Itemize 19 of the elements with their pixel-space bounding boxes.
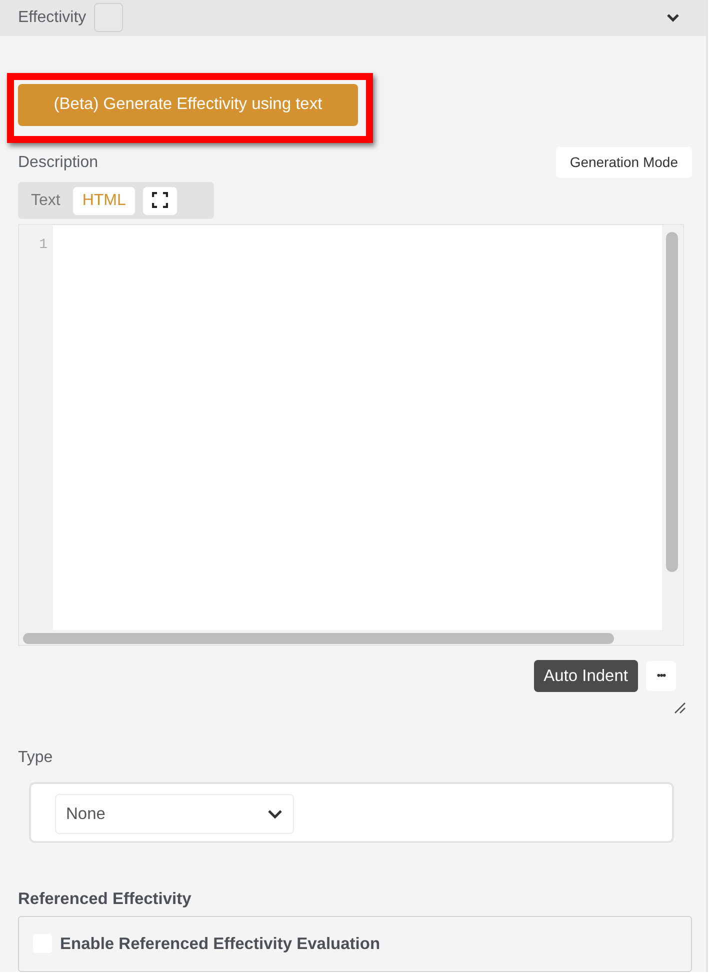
section-title: Effectivity bbox=[18, 8, 86, 28]
generation-mode-button[interactable]: Generation Mode bbox=[556, 147, 692, 178]
fullscreen-button[interactable] bbox=[142, 186, 177, 215]
type-select[interactable]: None bbox=[55, 794, 294, 834]
resize-handle-icon[interactable] bbox=[674, 702, 686, 714]
line-number: 1 bbox=[38, 236, 48, 255]
section-label: Referenced Effectivity bbox=[18, 888, 192, 910]
field-label: Type bbox=[18, 748, 54, 768]
more-button[interactable]: ••• bbox=[646, 660, 676, 691]
scrollbar-thumb[interactable] bbox=[23, 632, 614, 644]
field-label: Description bbox=[18, 152, 98, 173]
auto-indent-button[interactable]: Auto Indent bbox=[534, 660, 638, 692]
section-header[interactable]: Effectivity bbox=[0, 0, 706, 36]
checkbox-label[interactable]: Enable Referenced Effectivity Evaluation bbox=[60, 932, 380, 956]
chevron-icon bbox=[267, 808, 283, 819]
fullscreen-icon bbox=[152, 192, 168, 208]
scrollbar-thumb[interactable] bbox=[666, 232, 678, 572]
chevron-icon[interactable] bbox=[666, 12, 680, 23]
header-checkbox[interactable] bbox=[94, 3, 124, 32]
